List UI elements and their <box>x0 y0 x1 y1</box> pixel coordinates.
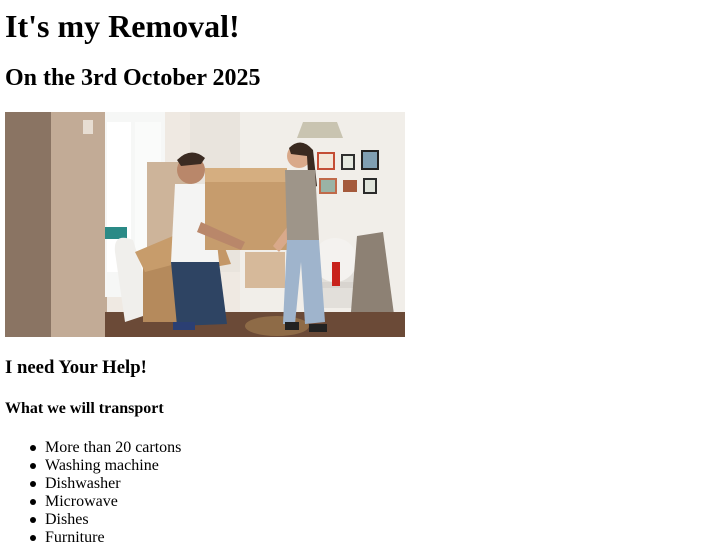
list-item: Furniture <box>29 529 181 547</box>
list-item: More than 20 cartons <box>29 439 182 456</box>
list-item: Washing machine <box>29 457 181 475</box>
list-item: Microwave <box>29 493 181 511</box>
list-item: Dishwasher <box>29 475 181 493</box>
list-item: Dishes <box>29 511 181 529</box>
page-title: It's my Removal! <box>5 8 240 44</box>
moving-couple-photo <box>5 112 405 337</box>
date-heading: On the 3rd October 2025 <box>5 65 261 91</box>
help-heading: I need Your Help! <box>5 357 147 378</box>
transport-heading: What we will transport <box>5 400 164 417</box>
transport-list: More than 20 cartons Washing machine Dis… <box>29 439 182 547</box>
